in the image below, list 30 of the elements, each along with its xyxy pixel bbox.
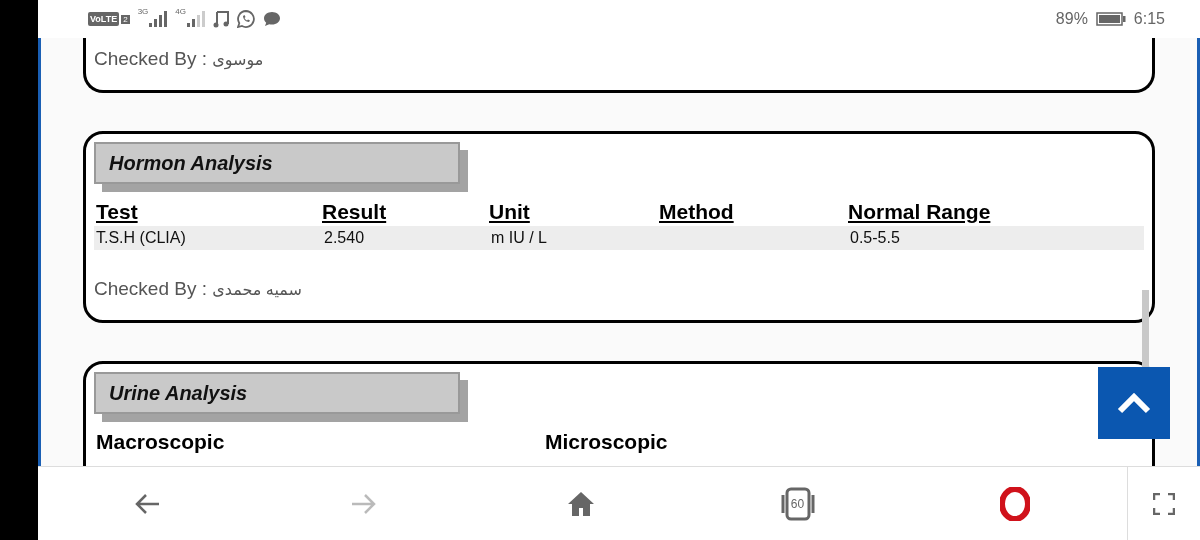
volte-badge: VoLTE bbox=[88, 12, 120, 26]
subheading: Microscopic bbox=[544, 430, 669, 454]
sim-badge: 2 bbox=[121, 14, 130, 24]
tabs-button[interactable]: 60 bbox=[689, 467, 906, 540]
battery-icon bbox=[1095, 12, 1126, 26]
section-title: Hormon Analysis bbox=[94, 142, 460, 184]
column-header: Unit bbox=[488, 200, 531, 224]
signal-icon bbox=[186, 11, 205, 27]
column-header: Test bbox=[95, 200, 139, 224]
signal-icon bbox=[149, 11, 168, 27]
column-header: Method bbox=[658, 200, 735, 224]
music-note-icon bbox=[212, 10, 229, 28]
network-label: 4G bbox=[175, 7, 186, 16]
table-cell-text: m IU / L bbox=[490, 229, 548, 247]
message-icon bbox=[262, 11, 281, 27]
network-label: 3G bbox=[137, 7, 149, 16]
table-cell-text: 2.540 bbox=[323, 229, 366, 247]
column-header: Normal Range bbox=[847, 200, 992, 224]
subheading: Macroscopic bbox=[95, 430, 226, 454]
scroll-to-top-button[interactable] bbox=[1098, 367, 1170, 439]
section-title: Urine Analysis bbox=[94, 372, 460, 414]
table-cell-text: T.S.H (CLIA) bbox=[95, 229, 187, 247]
column-header: Result bbox=[321, 200, 388, 224]
table-cell-text: 0.5-5.5 bbox=[849, 229, 901, 247]
fullscreen-icon bbox=[1153, 492, 1175, 515]
chat-phone-icon bbox=[236, 10, 255, 28]
battery-percent: 89% bbox=[1055, 10, 1088, 28]
scrollbar[interactable] bbox=[1142, 290, 1149, 370]
clock-time: 6:15 bbox=[1133, 10, 1165, 28]
chevron-up-icon bbox=[1116, 392, 1152, 414]
